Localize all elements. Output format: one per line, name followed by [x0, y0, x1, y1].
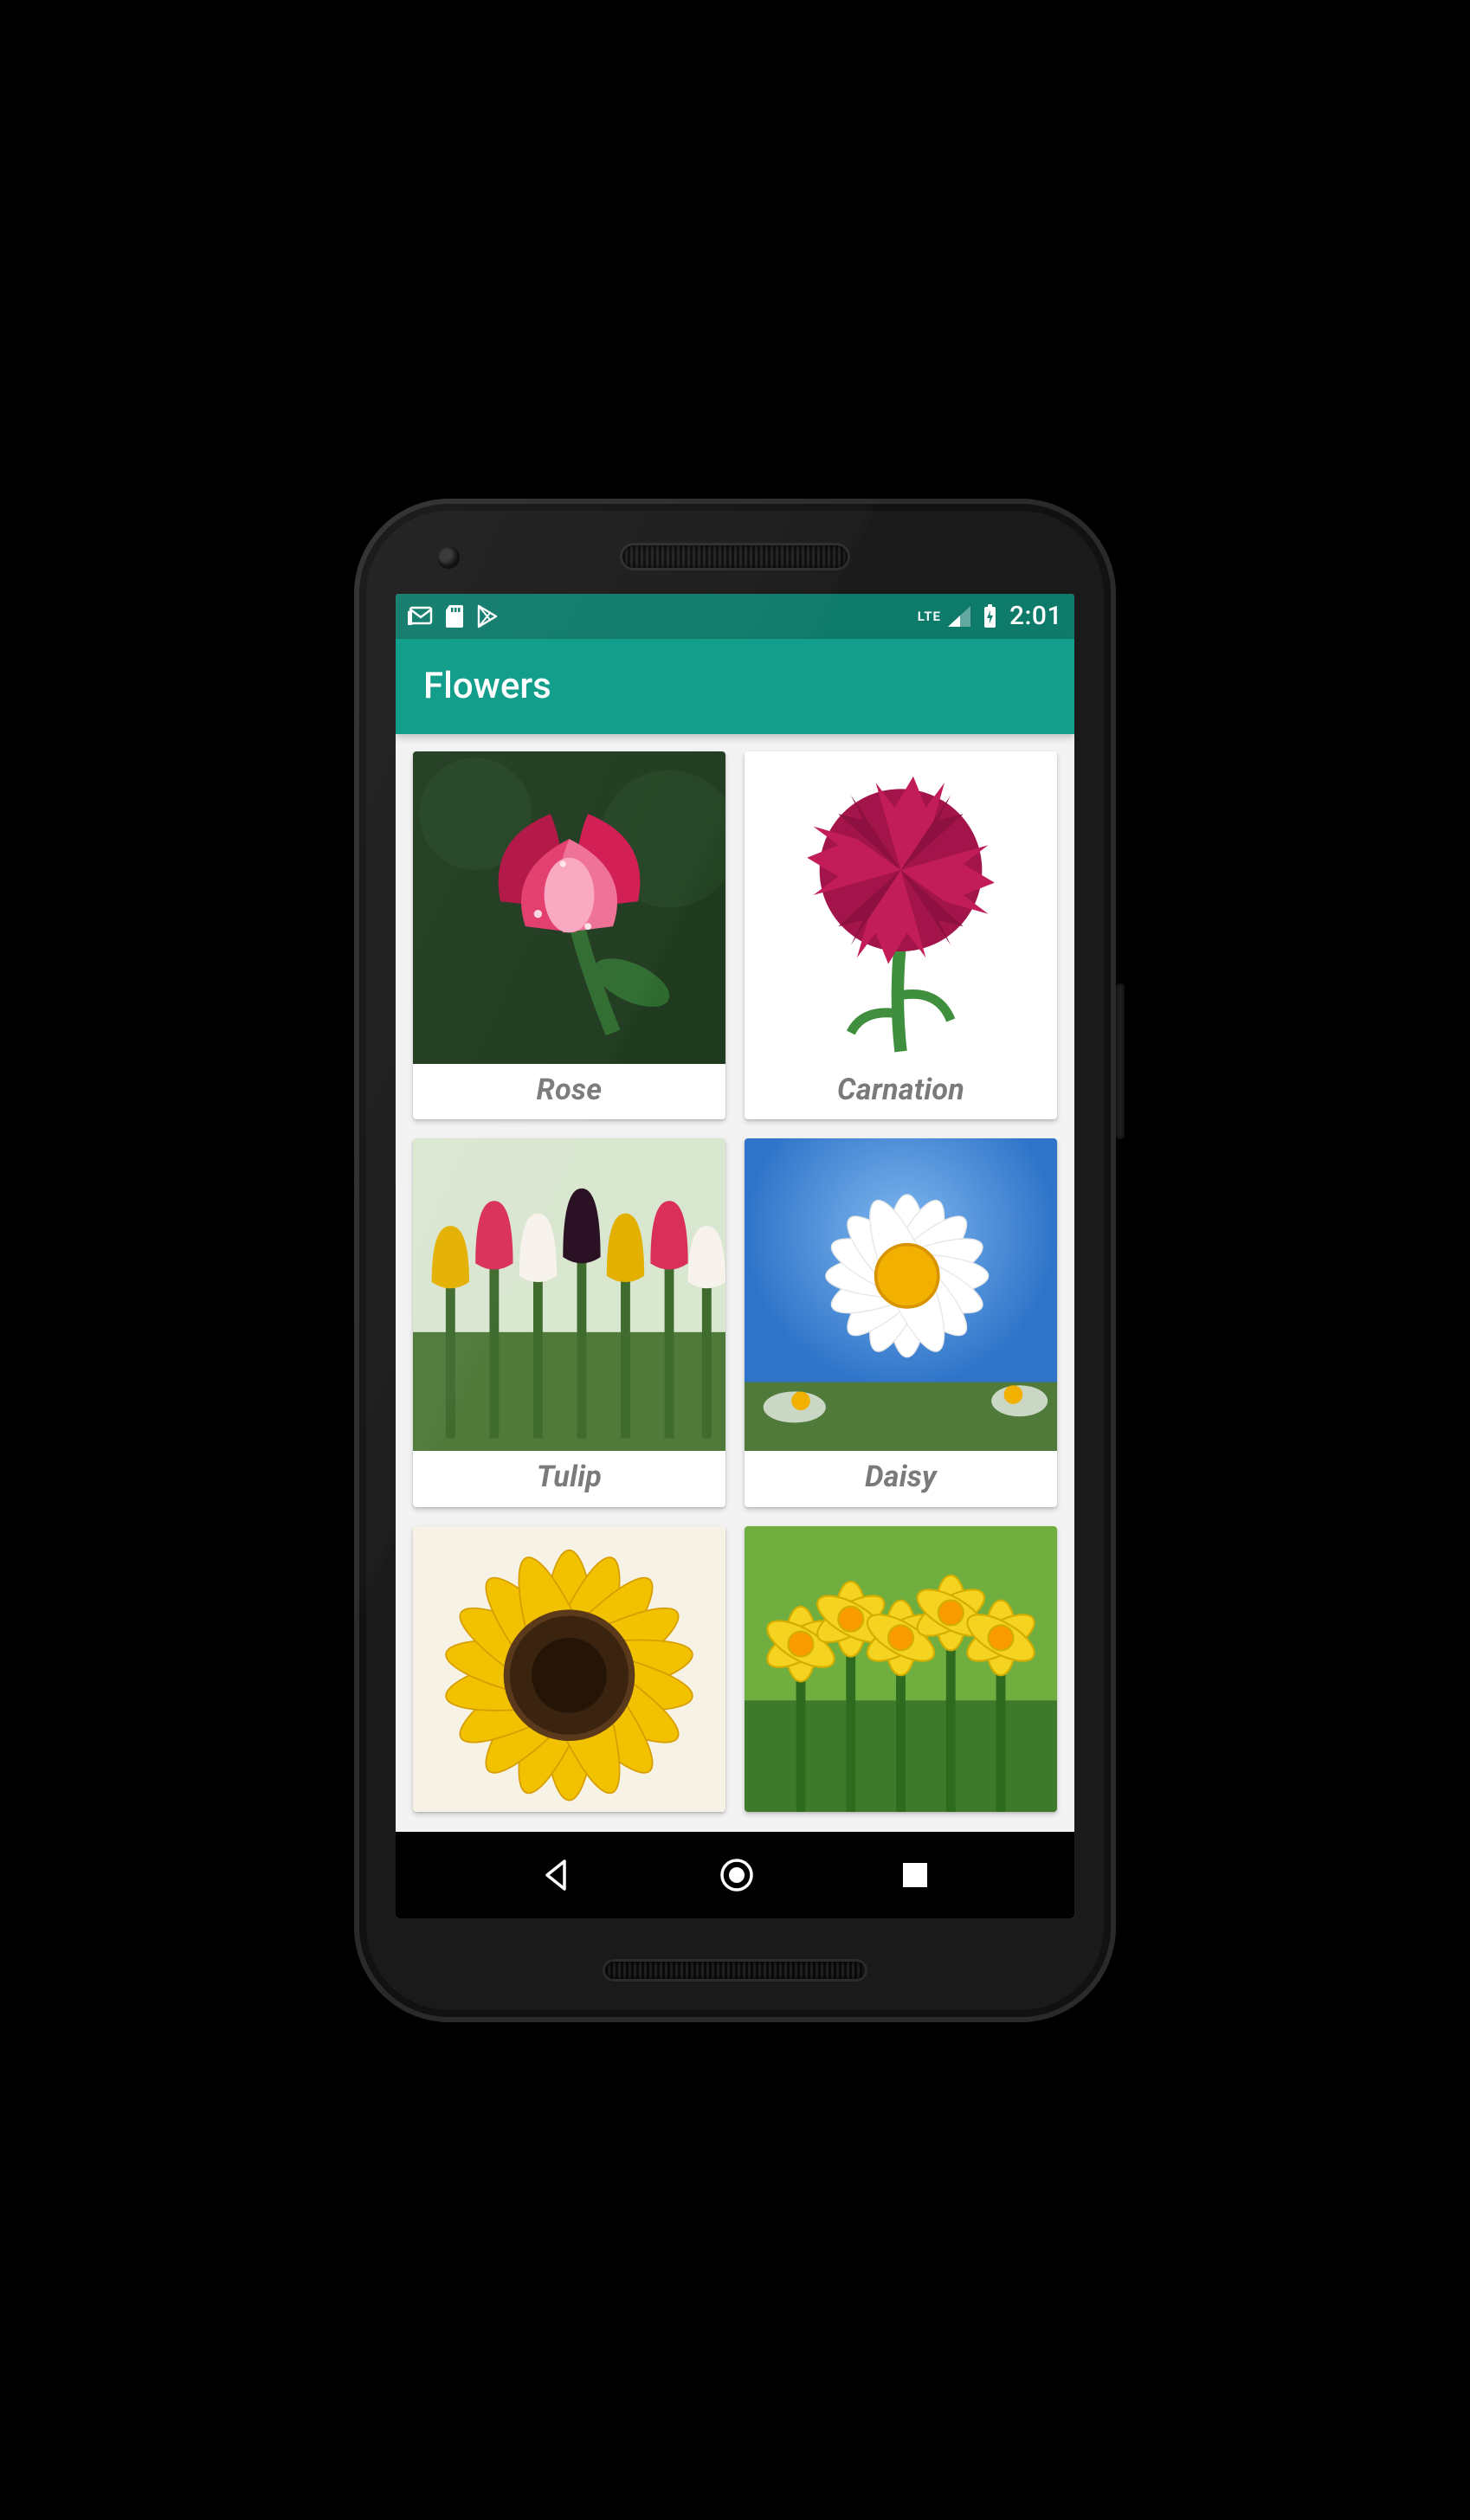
recents-button[interactable]: [899, 1859, 931, 1891]
daffodil-image: [745, 1526, 1057, 1812]
rose-image: [413, 751, 725, 1064]
card-caption: Daisy: [745, 1451, 1057, 1505]
home-button[interactable]: [719, 1857, 755, 1893]
signal-icon: [948, 606, 970, 627]
status-clock: 2:01: [1009, 601, 1062, 631]
sunflower-image: [413, 1526, 725, 1812]
flower-grid: Rose: [413, 751, 1057, 1814]
gmail-icon: [408, 606, 434, 627]
play-store-icon: [477, 604, 500, 628]
grid-card-tulip[interactable]: Tulip: [413, 1138, 725, 1507]
grid-card-daisy[interactable]: Daisy: [745, 1138, 1057, 1507]
app-bar: Flowers: [396, 639, 1074, 734]
network-label: LTE: [918, 609, 941, 624]
sd-card-icon: [446, 605, 465, 628]
card-caption: Tulip: [413, 1451, 725, 1505]
back-button[interactable]: [540, 1858, 575, 1892]
carnation-image: [745, 751, 1057, 1064]
earpiece: [622, 545, 848, 568]
grid-card-sunflower[interactable]: Sunflower: [413, 1526, 725, 1812]
system-nav-bar: [396, 1832, 1074, 1918]
device-frame: LTE 2:01 Flowers: [354, 499, 1116, 2022]
card-caption: Carnation: [745, 1064, 1057, 1118]
chin-speaker: [605, 1962, 865, 1979]
front-camera: [437, 546, 460, 569]
tulip-image: [413, 1138, 725, 1451]
card-caption: Rose: [413, 1064, 725, 1118]
battery-charging-icon: [983, 604, 997, 628]
daisy-image: [745, 1138, 1057, 1451]
content-area[interactable]: Rose: [396, 734, 1074, 1832]
screen: LTE 2:01 Flowers: [396, 594, 1074, 1918]
grid-card-rose[interactable]: Rose: [413, 751, 725, 1120]
grid-card-carnation[interactable]: Carnation: [745, 751, 1057, 1120]
app-title: Flowers: [423, 665, 551, 707]
power-button[interactable]: [1116, 983, 1125, 1139]
status-bar: LTE 2:01: [396, 594, 1074, 639]
grid-card-daffodil[interactable]: Daffodil: [745, 1526, 1057, 1812]
